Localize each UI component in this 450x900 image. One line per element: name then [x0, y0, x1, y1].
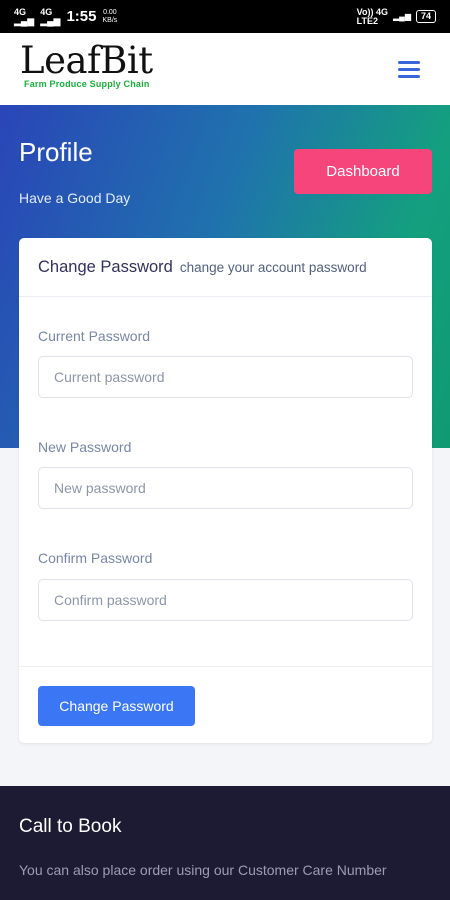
- battery-level: 74: [420, 11, 431, 21]
- status-bar: 4G ▂▄▆ 4G ▂▄▆ 1:55 0.00 KB/s Vo)) 4G LTE…: [0, 0, 450, 33]
- hamburger-line: [398, 75, 420, 78]
- new-password-input[interactable]: [38, 467, 413, 509]
- battery-icon: 74: [415, 10, 436, 23]
- lte-label: LTE2: [356, 15, 378, 26]
- status-right: Vo)) 4G LTE2 ▂▄▆ 74: [356, 7, 436, 26]
- card-header: Change Password change your account pass…: [19, 238, 432, 297]
- cell-signal-icon: ▂▄▆: [393, 12, 411, 21]
- signal-icon-2: 4G ▂▄▆: [40, 7, 61, 26]
- logo[interactable]: LeafBit Farm Produce Supply Chain: [20, 39, 153, 89]
- logo-subtitle: Farm Produce Supply Chain: [24, 79, 150, 89]
- page-subtitle: Have a Good Day: [19, 190, 131, 206]
- network-speed: 0.00 KB/s: [103, 9, 118, 25]
- confirm-password-label: Confirm Password: [38, 550, 153, 566]
- logo-title: LeafBit: [20, 39, 153, 82]
- signal-bars-icon-2: ▂▄▆: [40, 15, 61, 26]
- new-password-label: New Password: [38, 439, 132, 455]
- card-title: Change Password: [38, 257, 173, 276]
- status-time: 1:55: [66, 8, 97, 25]
- hamburger-line: [398, 61, 420, 64]
- speed-unit: KB/s: [102, 16, 118, 24]
- signal-bars-icon: ▂▄▆: [14, 15, 35, 26]
- footer: Call to Book You can also place order us…: [0, 786, 450, 900]
- dashboard-button[interactable]: Dashboard: [294, 149, 432, 194]
- status-left: 4G ▂▄▆ 4G ▂▄▆ 1:55 0.00 KB/s: [14, 7, 118, 26]
- app-header: LeafBit Farm Produce Supply Chain: [0, 33, 450, 105]
- hamburger-line: [398, 68, 420, 71]
- card-subtitle: change your account password: [179, 259, 367, 275]
- carrier-info: Vo)) 4G LTE2: [356, 7, 388, 26]
- current-password-label: Current Password: [38, 328, 151, 344]
- footer-text: You can also place order using our Custo…: [19, 862, 387, 878]
- page-title: Profile: [19, 137, 93, 167]
- card-divider: [19, 666, 432, 667]
- footer-title: Call to Book: [19, 816, 122, 837]
- speed-value: 0.00: [103, 8, 117, 16]
- signal-icon: 4G ▂▄▆: [14, 7, 35, 26]
- hamburger-icon[interactable]: [398, 61, 420, 78]
- change-password-card: Change Password change your account pass…: [19, 238, 432, 743]
- change-password-button[interactable]: Change Password: [38, 686, 195, 726]
- current-password-input[interactable]: [38, 356, 413, 398]
- confirm-password-input[interactable]: [38, 579, 413, 621]
